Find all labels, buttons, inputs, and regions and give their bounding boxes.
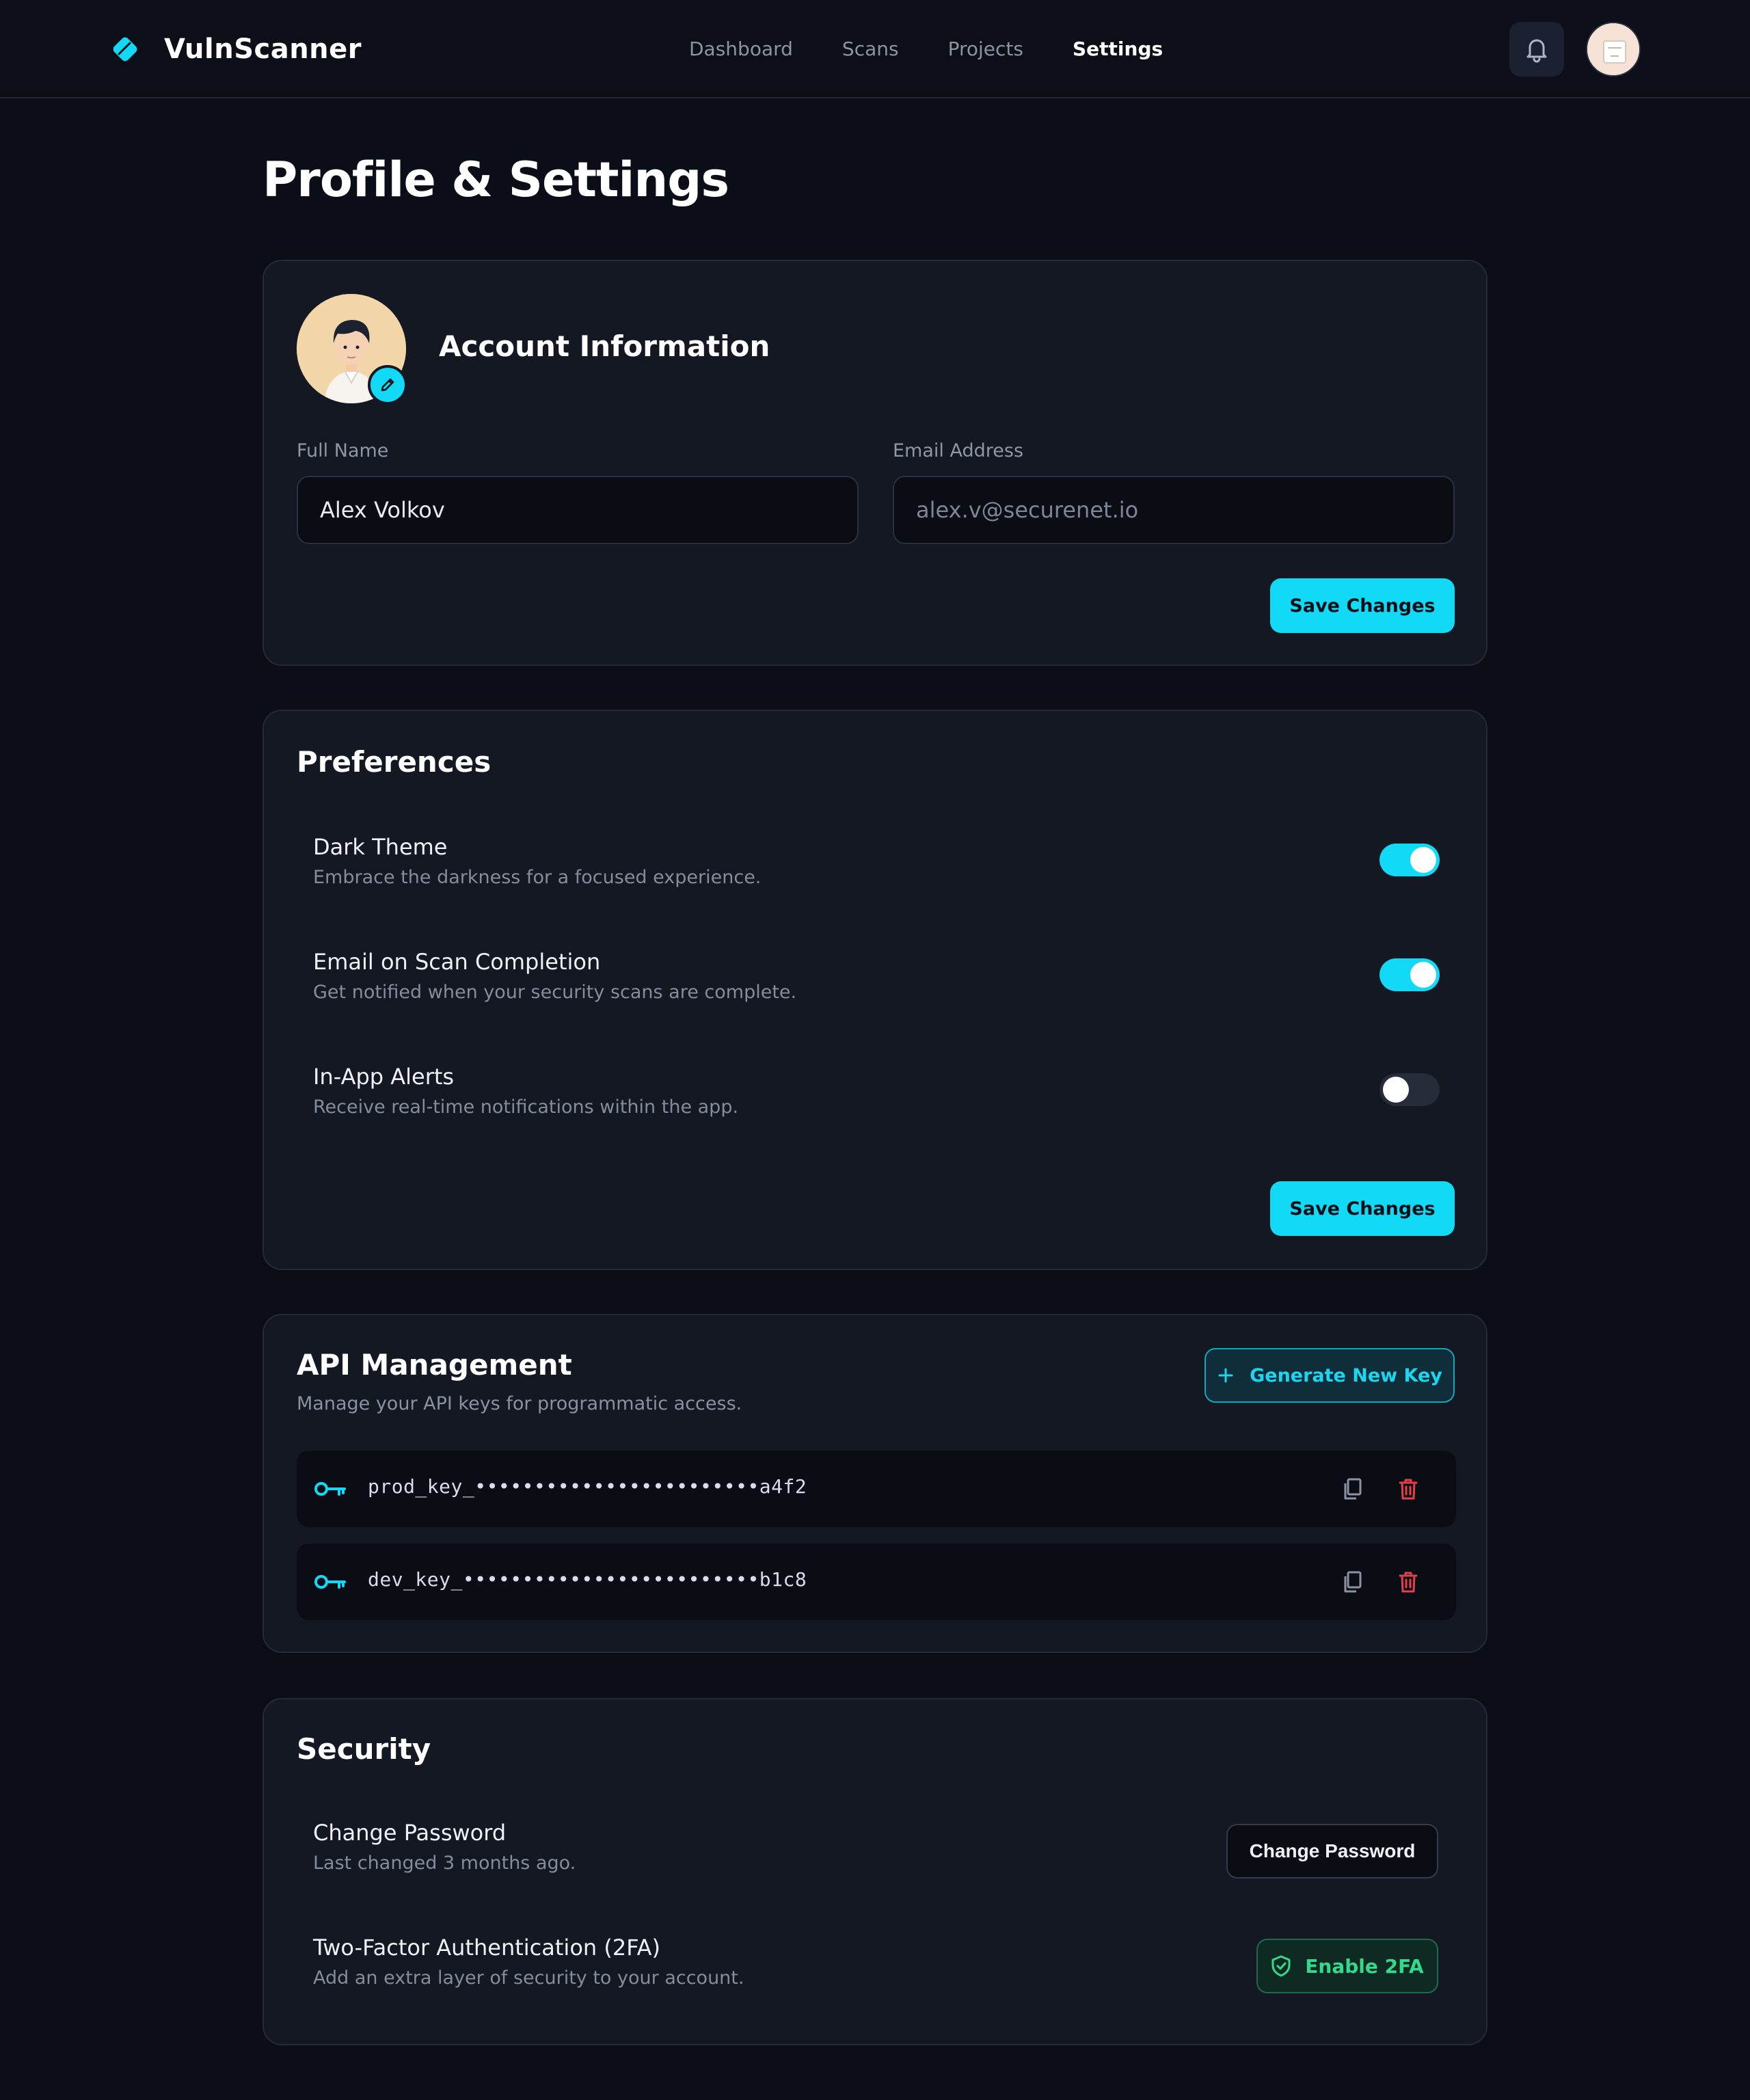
pref-title: In-App Alerts bbox=[313, 1064, 455, 1090]
nav-settings[interactable]: Settings bbox=[1073, 34, 1163, 64]
notifications-button[interactable] bbox=[1509, 22, 1564, 77]
email-input[interactable] bbox=[893, 476, 1455, 544]
pref-dark-theme: Dark Theme Embrace the darkness for a fo… bbox=[313, 834, 1462, 916]
enable-2fa-label: Enable 2FA bbox=[1305, 1954, 1424, 1978]
pref-title: Dark Theme bbox=[313, 834, 448, 860]
key-icon bbox=[314, 1575, 346, 1589]
preferences-card: Preferences Dark Theme Embrace the darkn… bbox=[262, 710, 1488, 1270]
twofa-description: Add an extra layer of security to your a… bbox=[313, 1967, 744, 1989]
password-title: Change Password bbox=[313, 1820, 507, 1846]
change-password-button[interactable]: Change Password bbox=[1226, 1824, 1438, 1879]
shield-check-icon bbox=[1271, 1955, 1291, 1977]
api-key-value: prod_key_••••••••••••••••••••••••a4f2 bbox=[368, 1475, 807, 1498]
copy-icon bbox=[1344, 1571, 1362, 1593]
toggle-knob bbox=[1410, 962, 1436, 988]
top-navigation-bar: VulnScanner Dashboard Scans Projects Set… bbox=[0, 0, 1750, 98]
toggle-knob bbox=[1383, 1077, 1409, 1103]
copy-key-button[interactable] bbox=[1338, 1475, 1366, 1503]
trash-icon bbox=[1399, 1479, 1418, 1500]
trash-icon bbox=[1399, 1572, 1418, 1593]
avatar-image-icon bbox=[1587, 23, 1639, 75]
api-key-row: prod_key_••••••••••••••••••••••••a4f2 bbox=[297, 1451, 1456, 1527]
pref-description: Get notified when your security scans ar… bbox=[313, 982, 797, 1003]
pref-description: Receive real-time notifications within t… bbox=[313, 1096, 739, 1118]
api-management-card: API Management Manage your API keys for … bbox=[262, 1314, 1488, 1653]
api-key-value: dev_key_•••••••••••••••••••••••••b1c8 bbox=[368, 1568, 807, 1591]
edit-avatar-button[interactable] bbox=[368, 365, 407, 405]
delete-key-button[interactable] bbox=[1395, 1475, 1422, 1503]
pencil-icon bbox=[381, 378, 394, 392]
nav-scans[interactable]: Scans bbox=[842, 34, 899, 64]
api-title: API Management bbox=[297, 1348, 572, 1382]
nav-dashboard[interactable]: Dashboard bbox=[689, 34, 793, 64]
generate-key-button[interactable]: Generate New Key bbox=[1204, 1348, 1455, 1403]
diamond-logo-icon bbox=[113, 37, 137, 62]
user-avatar[interactable] bbox=[1586, 22, 1641, 77]
delete-key-button[interactable] bbox=[1395, 1568, 1422, 1596]
security-card: Security Change Password Last changed 3 … bbox=[262, 1698, 1488, 2045]
save-account-button[interactable]: Save Changes bbox=[1270, 578, 1455, 633]
pref-email-scan: Email on Scan Completion Get notified wh… bbox=[313, 949, 1462, 1031]
save-preferences-button[interactable]: Save Changes bbox=[1270, 1181, 1455, 1236]
api-key-row: dev_key_•••••••••••••••••••••••••b1c8 bbox=[297, 1544, 1456, 1620]
account-card-title: Account Information bbox=[439, 329, 770, 363]
page-title: Profile & Settings bbox=[262, 152, 729, 208]
email-scan-toggle[interactable] bbox=[1379, 958, 1440, 991]
brand[interactable]: VulnScanner bbox=[109, 31, 362, 67]
full-name-input[interactable] bbox=[297, 476, 859, 544]
email-label: Email Address bbox=[893, 440, 1024, 461]
copy-key-button[interactable] bbox=[1338, 1568, 1366, 1596]
api-subtitle: Manage your API keys for programmatic ac… bbox=[297, 1393, 742, 1414]
dark-theme-toggle[interactable] bbox=[1379, 844, 1440, 876]
preferences-title: Preferences bbox=[297, 745, 492, 779]
app-name: VulnScanner bbox=[164, 33, 362, 65]
pref-description: Embrace the darkness for a focused exper… bbox=[313, 867, 762, 888]
password-description: Last changed 3 months ago. bbox=[313, 1853, 576, 1874]
enable-2fa-button[interactable]: Enable 2FA bbox=[1256, 1939, 1438, 1993]
security-title: Security bbox=[297, 1732, 431, 1766]
copy-icon bbox=[1344, 1478, 1362, 1500]
twofa-title: Two-Factor Authentication (2FA) bbox=[313, 1935, 661, 1961]
account-information-card: Account Information Full Name Email Addr… bbox=[262, 260, 1488, 666]
plus-icon bbox=[1218, 1368, 1233, 1383]
main-nav: Dashboard Scans Projects Settings bbox=[689, 34, 1212, 64]
nav-projects[interactable]: Projects bbox=[948, 34, 1023, 64]
pref-inapp-alerts: In-App Alerts Receive real-time notifica… bbox=[313, 1064, 1462, 1146]
pref-title: Email on Scan Completion bbox=[313, 949, 601, 975]
key-icon bbox=[314, 1482, 346, 1496]
toggle-knob bbox=[1410, 847, 1436, 873]
generate-key-label: Generate New Key bbox=[1250, 1364, 1442, 1386]
inapp-alerts-toggle[interactable] bbox=[1379, 1073, 1440, 1106]
bell-icon bbox=[1526, 39, 1547, 63]
full-name-label: Full Name bbox=[297, 440, 389, 461]
